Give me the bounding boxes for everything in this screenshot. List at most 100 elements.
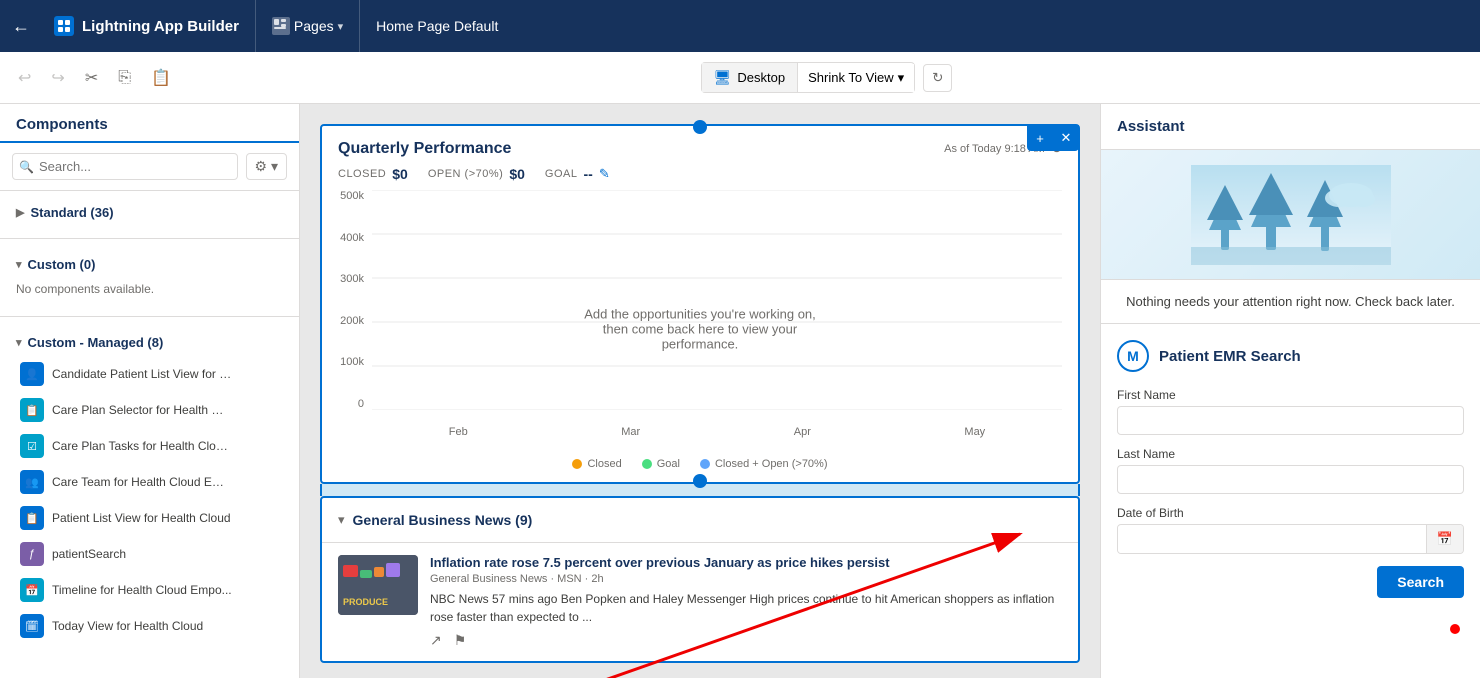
top-nav: ← Lightning App Builder Pages ▾ Home Pag… bbox=[0, 0, 1480, 52]
calendar-icon[interactable]: 📅 bbox=[1426, 525, 1463, 553]
app-switcher[interactable]: Lightning App Builder bbox=[38, 0, 256, 52]
widget-delete-button[interactable]: ✕ bbox=[1053, 125, 1079, 151]
emr-dob-input[interactable] bbox=[1118, 526, 1426, 553]
sidebar-item-icon: ƒ bbox=[20, 542, 44, 566]
xlabel-mar: Mar bbox=[621, 426, 640, 438]
paste-button[interactable]: 📋 bbox=[145, 64, 177, 92]
xlabel-may: May bbox=[964, 426, 985, 438]
custom-section: ▾ Custom (0) No components available. bbox=[0, 243, 299, 312]
app-icon bbox=[54, 16, 74, 36]
legend-goal: Goal bbox=[642, 458, 680, 470]
emr-last-name-field: Last Name bbox=[1117, 447, 1464, 494]
sidebar-item-icon: 📋 bbox=[20, 398, 44, 422]
legend-closed-dot bbox=[572, 459, 582, 469]
redo-button[interactable]: ↪ bbox=[45, 64, 70, 92]
assistant-message: Nothing needs your attention right now. … bbox=[1101, 280, 1480, 324]
gear-button[interactable]: ⚙ ▾ bbox=[246, 153, 287, 180]
qp-stat-open: OPEN (>70%) $0 bbox=[428, 166, 525, 182]
custom-section-header[interactable]: ▾ Custom (0) bbox=[16, 251, 283, 278]
pages-icon bbox=[272, 17, 290, 35]
qp-stat-goal-value: -- bbox=[583, 166, 592, 182]
sidebar-item-label: Timeline for Health Cloud Empo... bbox=[52, 583, 232, 597]
pages-dropdown[interactable]: Pages ▾ bbox=[256, 0, 360, 52]
news-header[interactable]: ▾ General Business News (9) bbox=[322, 498, 1078, 542]
sidebar-item-icon: 👥 bbox=[20, 470, 44, 494]
qp-stat-closed-value: $0 bbox=[392, 166, 408, 182]
sidebar-item-label: Care Plan Selector for Health Clo... bbox=[52, 403, 232, 417]
sidebar-item-item-7[interactable]: 📅 Timeline for Health Cloud Empo... bbox=[16, 572, 283, 608]
news-article-content: Inflation rate rose 7.5 percent over pre… bbox=[430, 555, 1062, 649]
ylabel-500k: 500k bbox=[340, 190, 364, 202]
sidebar-title: Components bbox=[16, 116, 108, 133]
undo-button[interactable]: ↩ bbox=[12, 64, 37, 92]
sidebar-search-area: 🔍 ⚙ ▾ bbox=[0, 143, 299, 191]
pages-label: Pages bbox=[294, 18, 334, 34]
toolbar: ↩ ↪ ✂ ⎘ 📋 🖥 Desktop Shrink To View ▾ ↻ bbox=[0, 52, 1480, 104]
view-controls: 🖥 Desktop Shrink To View ▾ ↻ bbox=[701, 62, 953, 93]
emr-icon-text: M bbox=[1127, 348, 1139, 364]
emr-header: M Patient EMR Search bbox=[1117, 340, 1464, 372]
sidebar-item-icon: ☑ bbox=[20, 434, 44, 458]
sidebar-item-item-1[interactable]: 👤 Candidate Patient List View for H... bbox=[16, 356, 283, 392]
desktop-icon: 🖥 bbox=[714, 69, 732, 86]
top-resize-handle[interactable] bbox=[693, 120, 707, 134]
news-article-body: NBC News 57 mins ago Ben Popken and Hale… bbox=[430, 590, 1062, 626]
sidebar-item-item-4[interactable]: 👥 Care Team for Health Cloud Emp... bbox=[16, 464, 283, 500]
emr-title: Patient EMR Search bbox=[1159, 348, 1301, 365]
emr-first-name-input[interactable] bbox=[1117, 406, 1464, 435]
sidebar-item-item-2[interactable]: 📋 Care Plan Selector for Health Clo... bbox=[16, 392, 283, 428]
copy-button[interactable]: ⎘ bbox=[112, 65, 137, 91]
search-input[interactable] bbox=[12, 153, 238, 180]
qp-stat-open-value: $0 bbox=[509, 166, 525, 182]
view-selector-desktop[interactable]: 🖥 Desktop bbox=[702, 63, 798, 92]
refresh-button[interactable]: ↻ bbox=[923, 64, 952, 92]
emr-widget: M Patient EMR Search First Name Last Nam… bbox=[1101, 324, 1480, 614]
qp-stat-closed: CLOSED $0 bbox=[338, 166, 408, 182]
standard-section-header[interactable]: ▶ Standard (36) bbox=[16, 199, 283, 226]
emr-last-name-input[interactable] bbox=[1117, 465, 1464, 494]
news-article-image: PRODUCE bbox=[338, 555, 418, 615]
widget-add-button[interactable]: + bbox=[1027, 125, 1053, 151]
qp-chart-empty-text: Add the opportunities you're working on,… bbox=[575, 307, 825, 352]
chart-gridlines bbox=[372, 190, 1062, 410]
news-chevron-icon: ▾ bbox=[338, 512, 345, 528]
svg-text:PRODUCE: PRODUCE bbox=[343, 597, 388, 607]
emr-first-name-field: First Name bbox=[1117, 388, 1464, 435]
qp-goal-edit-button[interactable]: ✎ bbox=[599, 166, 610, 182]
share-button[interactable]: ↗ bbox=[430, 632, 442, 649]
sidebar-item-item-8[interactable]: 🗓 Today View for Health Cloud bbox=[16, 608, 283, 644]
news-article-meta: General Business News · MSN · 2h bbox=[430, 573, 1062, 585]
sidebar-item-item-6[interactable]: ƒ patientSearch bbox=[16, 536, 283, 572]
bottom-resize-handle[interactable] bbox=[693, 474, 707, 488]
emr-dob-field: Date of Birth 📅 bbox=[1117, 506, 1464, 554]
emr-search-button[interactable]: Search bbox=[1377, 566, 1464, 598]
quarterly-performance-widget: + ✕ Quarterly Performance As of Today 9:… bbox=[320, 124, 1080, 484]
sidebar-item-label: patientSearch bbox=[52, 547, 126, 561]
standard-chevron-icon: ▶ bbox=[16, 206, 24, 219]
cut-button[interactable]: ✂ bbox=[79, 64, 104, 92]
sidebar-item-label: Candidate Patient List View for H... bbox=[52, 367, 232, 381]
sidebar-item-item-5[interactable]: 📋 Patient List View for Health Cloud bbox=[16, 500, 283, 536]
shrink-to-view-dropdown[interactable]: Shrink To View ▾ bbox=[798, 64, 914, 92]
qp-stats: CLOSED $0 OPEN (>70%) $0 GOAL -- ✎ bbox=[322, 166, 1078, 190]
legend-closed-label: Closed bbox=[587, 458, 621, 470]
legend-closed-open: Closed + Open (>70%) bbox=[700, 458, 828, 470]
custom-managed-section-header[interactable]: ▾ Custom - Managed (8) bbox=[16, 329, 283, 356]
search-input-wrap: 🔍 bbox=[12, 153, 238, 180]
qp-title: Quarterly Performance bbox=[338, 140, 511, 158]
sidebar-item-icon: 👤 bbox=[20, 362, 44, 386]
canvas-area: + ✕ Quarterly Performance As of Today 9:… bbox=[300, 104, 1100, 678]
sidebar-item-item-3[interactable]: ☑ Care Plan Tasks for Health Cloud... bbox=[16, 428, 283, 464]
assistant-header: Assistant bbox=[1101, 104, 1480, 150]
back-button[interactable]: ← bbox=[12, 16, 30, 37]
shrink-label: Shrink To View bbox=[808, 70, 894, 85]
news-widget: ▾ General Business News (9) PRODUCE bbox=[320, 496, 1080, 663]
divider bbox=[0, 238, 299, 239]
view-selector[interactable]: 🖥 Desktop Shrink To View ▾ bbox=[701, 62, 916, 93]
sidebar-item-icon: 📅 bbox=[20, 578, 44, 602]
emr-icon: M bbox=[1117, 340, 1149, 372]
emr-last-name-label: Last Name bbox=[1117, 447, 1464, 461]
flag-button[interactable]: ⚑ bbox=[454, 632, 467, 649]
sidebar: Components 🔍 ⚙ ▾ ▶ Standard (36) ▾ Custo… bbox=[0, 104, 300, 678]
xlabel-apr: Apr bbox=[794, 426, 811, 438]
